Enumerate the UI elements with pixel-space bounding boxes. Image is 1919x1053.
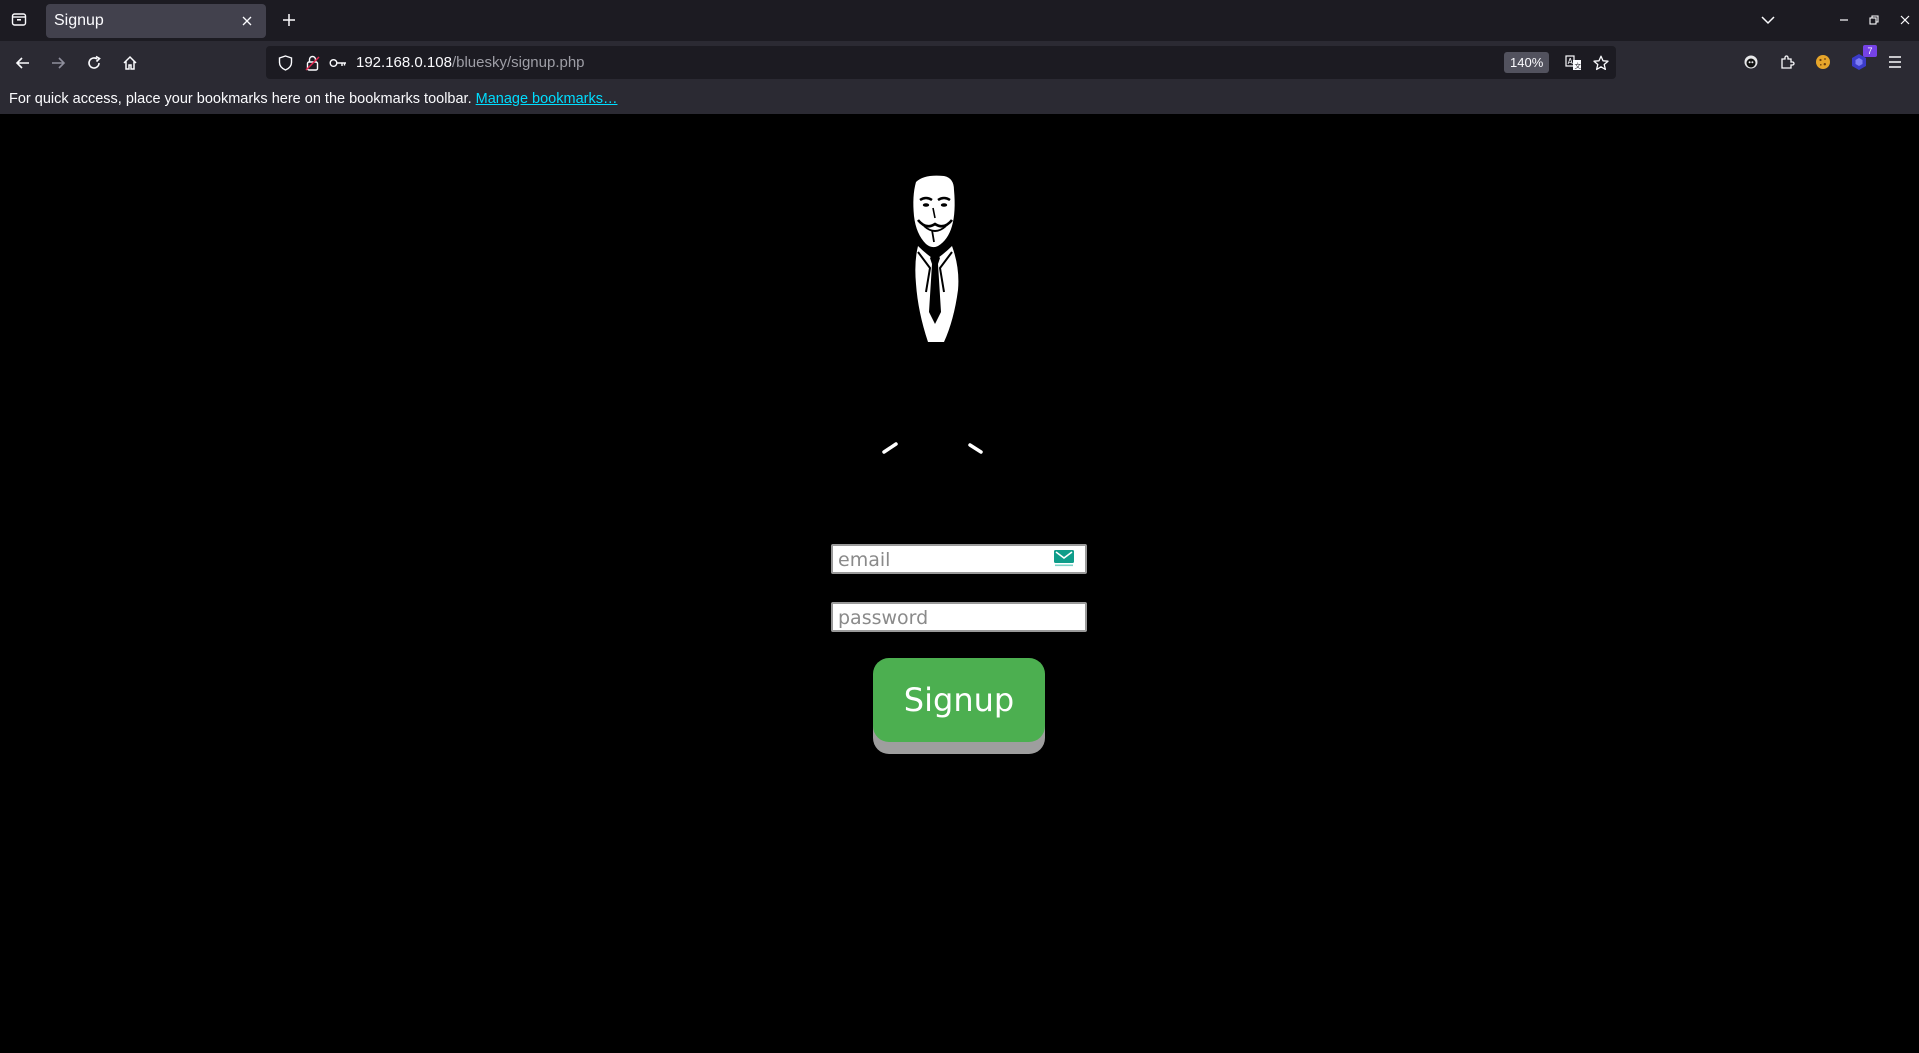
- manage-bookmarks-link[interactable]: Manage bookmarks…: [476, 91, 618, 107]
- zoom-level-badge[interactable]: 140%: [1504, 52, 1550, 73]
- maximize-icon[interactable]: [1862, 9, 1886, 31]
- tab-strip: Signup: [0, 0, 1919, 41]
- shield-icon[interactable]: [275, 53, 295, 73]
- signup-button[interactable]: Signup: [873, 658, 1045, 742]
- minimize-icon[interactable]: [1832, 9, 1856, 31]
- page-content: Signup: [0, 114, 1919, 1053]
- hamburger-menu-icon[interactable]: [1883, 50, 1907, 74]
- key-icon[interactable]: [328, 53, 348, 73]
- lock-icon[interactable]: [302, 53, 322, 73]
- reload-icon[interactable]: [81, 50, 107, 76]
- translate-icon[interactable]: A文: [1563, 53, 1583, 73]
- url-text[interactable]: 192.168.0.108/bluesky/signup.php: [356, 54, 585, 71]
- svg-text:文: 文: [1574, 61, 1581, 70]
- bookmarks-toolbar: For quick access, place your bookmarks h…: [0, 83, 1919, 114]
- loading-spinner-icon: [882, 442, 983, 454]
- url-path: /bluesky/signup.php: [451, 54, 585, 71]
- url-host: 192.168.0.108: [356, 54, 452, 71]
- home-icon[interactable]: [117, 50, 143, 76]
- navigation-toolbar: 192.168.0.108/bluesky/signup.php 140% A文…: [0, 41, 1919, 83]
- window-close-icon[interactable]: [1893, 9, 1917, 31]
- forward-arrow-icon[interactable]: [45, 50, 71, 76]
- extension-icon[interactable]: [1739, 50, 1763, 74]
- tab-signup[interactable]: Signup: [46, 4, 266, 38]
- svg-text:A: A: [1567, 57, 1573, 66]
- chevron-down-icon[interactable]: [1757, 9, 1779, 31]
- puzzle-icon[interactable]: [1775, 50, 1799, 74]
- password-field[interactable]: [831, 602, 1087, 632]
- url-bar[interactable]: 192.168.0.108/bluesky/signup.php 140% A文: [266, 46, 1616, 79]
- cookie-icon[interactable]: [1811, 50, 1835, 74]
- tab-title: Signup: [54, 12, 104, 29]
- email-field[interactable]: [831, 544, 1087, 574]
- plus-icon[interactable]: [278, 9, 300, 31]
- anonymous-mask-logo: [913, 175, 959, 342]
- back-arrow-icon[interactable]: [10, 50, 36, 76]
- extension-icon[interactable]: 7: [1847, 45, 1877, 74]
- tab-list-icon[interactable]: [8, 8, 30, 30]
- extension-badge-count: 7: [1863, 45, 1877, 57]
- close-icon[interactable]: [236, 10, 258, 32]
- mail-icon[interactable]: [1053, 549, 1075, 567]
- star-icon[interactable]: [1591, 53, 1611, 73]
- bookmarks-message: For quick access, place your bookmarks h…: [9, 90, 472, 107]
- signup-button-container: Signup: [873, 658, 1045, 754]
